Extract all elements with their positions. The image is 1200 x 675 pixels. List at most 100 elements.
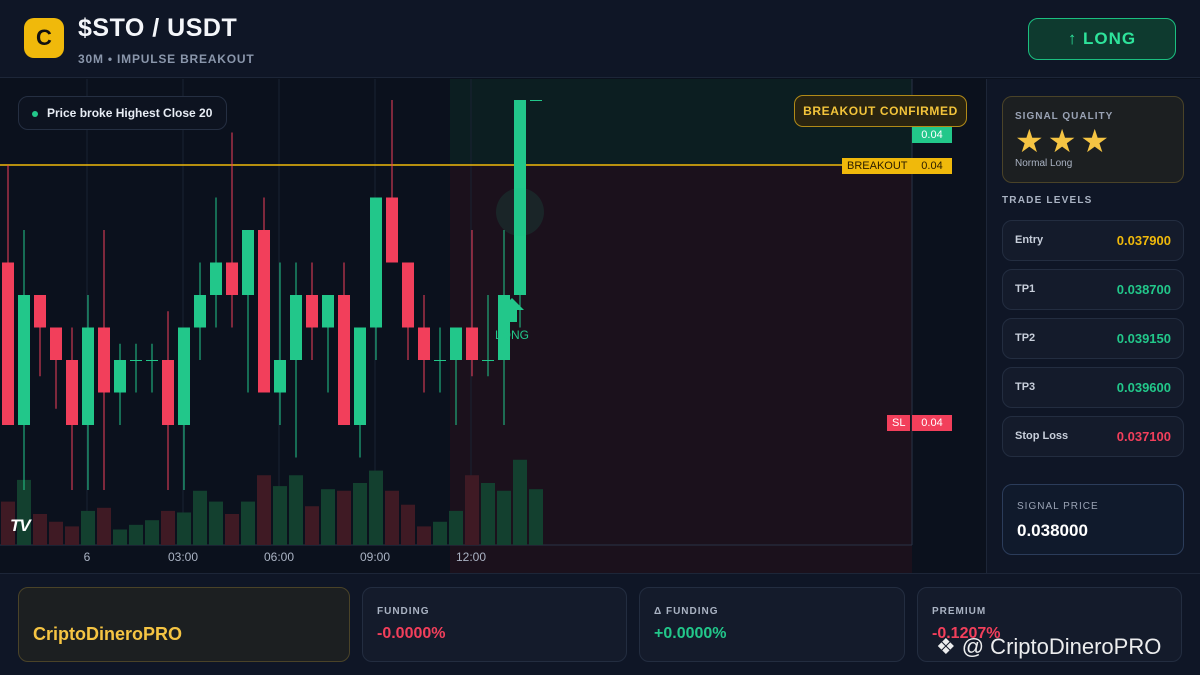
volume-bar [305, 506, 319, 545]
volume-bar [433, 521, 447, 545]
volume-bar [49, 521, 63, 545]
long-signal-label: LONG [495, 328, 529, 342]
signal-quality-subtitle: Normal Long [1015, 158, 1073, 169]
watermark-text: @ CriptoDineroPRO [961, 634, 1162, 659]
volume-bar [417, 526, 431, 545]
price-break-pill: Price broke Highest Close 20 [18, 96, 228, 130]
candle-body [50, 327, 62, 360]
candle-body [242, 230, 254, 295]
candle-body [370, 197, 382, 328]
candle-body [146, 360, 158, 361]
signal-price-label: SIGNAL PRICE [1017, 501, 1099, 512]
tradingview-logo-icon: TV [10, 516, 31, 535]
candle-body [530, 100, 542, 101]
x-tick-label: 6 [83, 550, 91, 564]
level-row-tp3: TP3 0.039600 [1002, 367, 1184, 408]
volume-bar [401, 504, 415, 545]
volume-bar [385, 490, 399, 545]
premium-label: PREMIUM [932, 606, 987, 617]
long-button[interactable]: ↑ LONG [1028, 18, 1176, 60]
trade-levels-title: TRADE LEVELS [1002, 195, 1093, 206]
candle-body [402, 262, 414, 328]
candle-body [210, 262, 222, 295]
delta-funding-value: +0.0000% [654, 625, 727, 642]
candle-body [114, 360, 126, 393]
signal-price-card: SIGNAL PRICE 0.038000 [1002, 484, 1184, 555]
level-row-entry: Entry 0.037900 [1002, 220, 1184, 261]
app-logo: C [24, 18, 64, 58]
volume-bar [161, 510, 175, 545]
candle-body [338, 295, 350, 425]
brand-card: CriptoDineroPRO [18, 587, 350, 662]
volume-bar [145, 520, 159, 545]
delta-funding-card: Δ FUNDING +0.0000% [639, 587, 905, 662]
candle-body [434, 360, 446, 361]
signal-glow [496, 188, 544, 236]
level-value: 0.037100 [1116, 429, 1171, 444]
delta-funding-label: Δ FUNDING [654, 606, 719, 617]
candle-body [130, 360, 142, 361]
volume-bar [369, 470, 383, 545]
volume-bar [113, 529, 127, 545]
volume-bar [257, 475, 271, 545]
volume-bar [65, 526, 79, 545]
volume-bar [81, 510, 95, 545]
candle-body [290, 295, 302, 360]
level-name: TP2 [1015, 332, 1036, 344]
candle-body [82, 327, 94, 425]
trading-pair-title: $STO / USDT [78, 14, 238, 42]
level-value: 0.039150 [1116, 331, 1171, 346]
candle-body [322, 295, 334, 328]
volume-bar [481, 483, 495, 545]
candle-body [162, 360, 174, 425]
candle-body [2, 262, 14, 425]
volume-bar [273, 486, 287, 545]
candle-body [450, 327, 462, 360]
level-name: TP3 [1015, 381, 1036, 393]
level-value: 0.039600 [1116, 380, 1171, 395]
candle-body [18, 295, 30, 425]
volume-bar [177, 512, 191, 545]
volume-bar [97, 507, 111, 545]
breakout-confirmed-badge: BREAKOUT CONFIRMED [794, 95, 967, 127]
candle-body [98, 327, 110, 393]
watermark: ❖ @ CriptoDineroPRO [936, 634, 1161, 660]
level-row-tp2: TP2 0.039150 [1002, 318, 1184, 359]
volume-bar [513, 459, 527, 545]
candle-body [306, 295, 318, 328]
level-value: 0.037900 [1116, 233, 1171, 248]
x-tick-label: 12:00 [455, 550, 487, 564]
funding-label: FUNDING [377, 606, 430, 617]
candle-body [194, 295, 206, 328]
level-name: Stop Loss [1015, 430, 1069, 442]
volume-bar [289, 475, 303, 545]
candle-body [66, 360, 78, 425]
volume-bar [129, 524, 143, 545]
funding-value: -0.0000% [377, 625, 446, 642]
level-name: Entry [1015, 234, 1044, 246]
candlestick-chart: LONG [0, 79, 913, 573]
level-row-stop-loss: Stop Loss 0.037100 [1002, 416, 1184, 457]
binance-logo-icon: ❖ [936, 634, 956, 659]
breakout-label-tag: BREAKOUT [842, 158, 913, 174]
price-chart[interactable]: LONG [0, 79, 985, 573]
breakout-price-tag: 0.04 [912, 158, 952, 174]
brand-name: CriptoDineroPRO [33, 624, 183, 644]
stop-loss-price-tag: 0.04 [912, 415, 952, 431]
x-tick-label: 09:00 [359, 550, 391, 564]
volume-bar [209, 501, 223, 545]
timeframe-subtitle: 30M • IMPULSE BREAKOUT [78, 52, 255, 66]
volume-bar [225, 514, 239, 545]
volume-bar [241, 501, 255, 545]
volume-bar [449, 510, 463, 545]
candle-body [418, 327, 430, 360]
volume-bar [337, 490, 351, 545]
candle-body [466, 327, 478, 360]
volume-bar [353, 483, 367, 545]
volume-bar [465, 475, 479, 545]
volume-bar [321, 489, 335, 545]
header-bar: C $STO / USDT 30M • IMPULSE BREAKOUT ↑ L… [0, 0, 1200, 78]
level-value: 0.038700 [1116, 282, 1171, 297]
signal-price-value: 0.038000 [1017, 521, 1088, 540]
candle-body [482, 360, 494, 361]
